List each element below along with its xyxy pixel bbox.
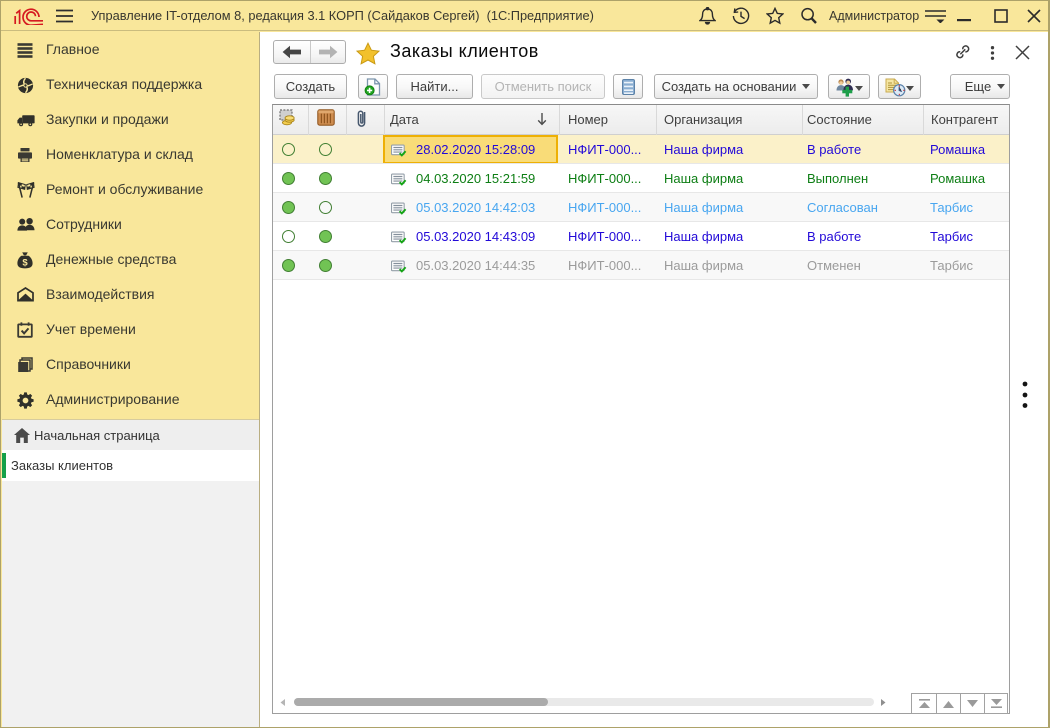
svg-text:$: $ bbox=[22, 257, 28, 268]
